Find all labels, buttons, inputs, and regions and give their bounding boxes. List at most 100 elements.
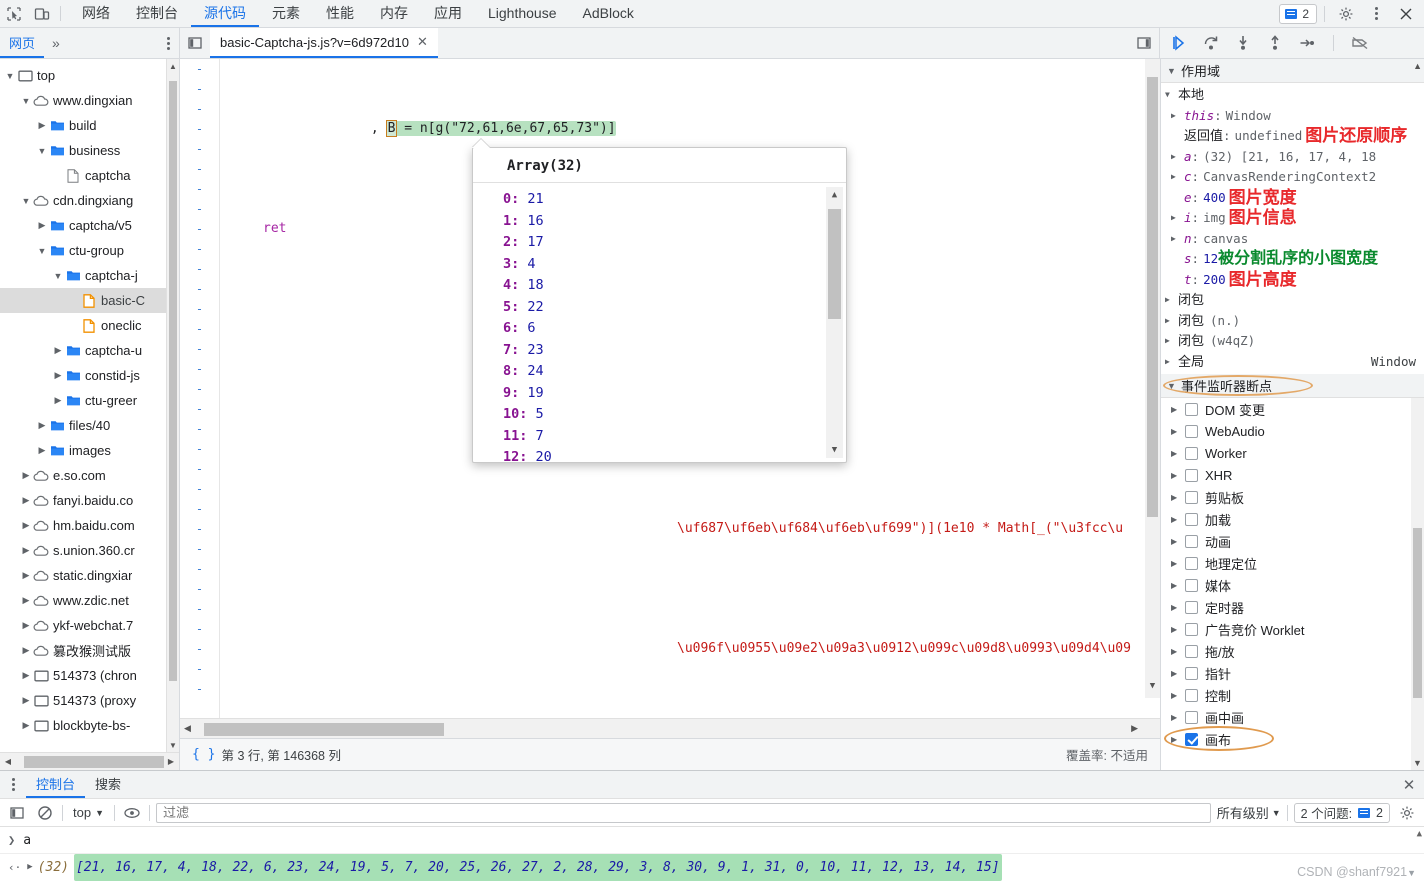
file-tree-vertical-scrollbar[interactable]: ▲ ▼ [166,59,179,752]
tree-item-ctu-group[interactable]: ▼ ctu-group [0,238,179,263]
chevron-right-icon[interactable]: ▶ [1171,559,1185,568]
nav-tab-page[interactable]: 网页 [0,28,45,58]
scope-variable-e[interactable]: e:400 图片宽度 [1161,188,1424,209]
elb-checkbox[interactable] [1185,644,1198,658]
chevron-right-icon[interactable]: ▶ [1171,493,1185,502]
chevron-right-icon[interactable]: ▶ [20,720,32,731]
scroll-down-arrow[interactable]: ▼ [1145,676,1160,696]
chevron-right-icon[interactable]: ▶ [20,570,32,581]
elb-checkbox[interactable] [1185,622,1198,636]
file-tree-horizontal-scrollbar[interactable]: ◀ ▶ [0,752,179,770]
elb-checkbox[interactable] [1185,688,1198,702]
scope-variable-this[interactable]: ▶ this: Window [1161,106,1424,127]
elb-item-画布[interactable]: ▶ 画布 [1161,726,1424,751]
elb-checkbox[interactable] [1185,578,1198,592]
code-area[interactable]: - - - - - - - - - - - - - - - - - - - - - - - - - - -… [180,59,1160,718]
elb-checkbox[interactable] [1185,424,1198,438]
scroll-up-arrow[interactable]: ▲ [826,187,843,203]
scope-variable-i[interactable]: ▶ i: img 图片信息 [1161,208,1424,229]
scroll-right-arrow[interactable]: ▶ [1131,723,1138,734]
chevron-right-icon[interactable]: ▶ [1171,405,1185,414]
elb-item-画中画[interactable]: ▶ 画中画 [1161,706,1424,728]
editor-tab-basic-captcha[interactable]: basic-Captcha-js.js?v=6d972d10 ✕ [210,28,438,58]
console-result-array[interactable]: [21, 16, 17, 4, 18, 22, 6, 23, 24, 19, 5… [73,854,1002,881]
kebab-menu-icon[interactable] [1362,12,1390,15]
elb-item-剪贴板[interactable]: ▶ 剪贴板 [1161,486,1424,508]
elb-item-DOM-变更[interactable]: ▶ DOM 变更 [1161,398,1424,420]
tree-item-build[interactable]: ▶ build [0,113,179,138]
editor-vertical-scrollbar[interactable]: ▼ [1145,59,1160,698]
scroll-left-arrow[interactable]: ◀ [184,723,191,734]
chevron-right-icon[interactable]: ▶ [36,120,48,131]
chevron-right-icon[interactable]: ▶ [1171,537,1185,546]
elb-scrollbar[interactable]: ▼ [1411,398,1424,770]
elb-item-WebAudio[interactable]: ▶ WebAudio [1161,420,1424,442]
elb-checkbox[interactable] [1185,556,1198,570]
resume-script-execution-button[interactable] [1168,32,1190,54]
deactivate-breakpoints-button[interactable] [1349,32,1371,54]
tree-item-ctu-greer[interactable]: ▶ ctu-greer [0,388,179,413]
chevron-down-icon[interactable]: ▼ [20,196,32,206]
scroll-up-arrow[interactable]: ▲ [167,59,179,73]
scroll-thumb-h[interactable] [24,756,164,768]
tree-item-e-so-com[interactable]: ▶ e.so.com [0,463,179,488]
scroll-thumb[interactable] [828,209,841,319]
chevron-down-icon[interactable]: ▼ [52,271,64,281]
elb-item-定时器[interactable]: ▶ 定时器 [1161,596,1424,618]
step-out-button[interactable] [1264,32,1286,54]
chevron-right-icon[interactable]: ▶ [20,595,32,606]
scroll-down-arrow[interactable]: ▼ [1411,758,1424,768]
scroll-down-arrow[interactable]: ▼ [826,442,843,458]
tree-item-fanyi-baidu-co[interactable]: ▶ fanyi.baidu.co [0,488,179,513]
elb-checkbox[interactable] [1185,732,1198,746]
console-context-selector[interactable]: top ▼ [69,805,108,820]
live-expression-icon[interactable] [121,803,143,823]
array-popup-scrollbar[interactable]: ▲ ▼ [826,187,843,458]
elb-checkbox[interactable] [1185,512,1198,526]
clear-console-icon[interactable] [34,803,56,823]
scroll-up-arrow[interactable]: ▲ [1413,61,1422,71]
tree-item-captcha-u[interactable]: ▶ captcha-u [0,338,179,363]
pretty-print-icon[interactable]: { } [192,747,215,762]
elb-checkbox[interactable] [1185,666,1198,680]
tree-item-www-zdic-net[interactable]: ▶ www.zdic.net [0,588,179,613]
panel-toggle-icon[interactable] [180,28,210,58]
panel-tab-lighthouse[interactable]: Lighthouse [475,0,570,27]
chevron-right-icon[interactable]: ▶ [52,345,64,356]
chevron-right-icon[interactable]: ▶ [20,470,32,481]
chevron-right-icon[interactable]: ▶ [1171,625,1185,634]
elb-item-媒体[interactable]: ▶ 媒体 [1161,574,1424,596]
tree-item-captcha-v5[interactable]: ▶ captcha/v5 [0,213,179,238]
issues-badge[interactable]: 2 [1279,3,1317,24]
scope-variable-t[interactable]: t:200 图片高度 [1161,270,1424,291]
tree-item-hm-baidu-com[interactable]: ▶ hm.baidu.com [0,513,179,538]
chevron-right-icon[interactable]: ▶ [20,670,32,681]
chevron-right-icon[interactable]: ▶ [1171,515,1185,524]
scope-variable-n[interactable]: ▶ n: canvas [1161,229,1424,250]
gear-icon[interactable] [1396,803,1418,823]
chevron-right-icon[interactable]: ▶ [20,520,32,531]
scope-global[interactable]: ▶ 全局 Window [1161,352,1424,373]
navigator-menu-icon[interactable] [157,28,179,58]
chevron-right-icon[interactable]: ▶ [1171,167,1184,188]
elb-checkbox[interactable] [1185,600,1198,614]
tree-item-cdn-dingxiang[interactable]: ▼ cdn.dingxiang [0,188,179,213]
panel-tab-memory[interactable]: 内存 [367,0,421,27]
device-toolbar-icon[interactable] [28,0,56,27]
tree-item-files-40[interactable]: ▶ files/40 [0,413,179,438]
tree-item--[interactable]: ▶ 篡改猴测试版 [0,638,179,663]
scroll-down-arrow[interactable]: ▼ [167,738,179,752]
console-input-row[interactable]: ❯ a [0,827,1424,854]
event-listener-breakpoints-header[interactable]: ▼ 事件监听器断点 [1161,374,1424,398]
panel-tab-sources[interactable]: 源代码 [191,0,259,27]
elb-checkbox[interactable] [1185,468,1198,482]
inspect-icon[interactable] [0,0,28,27]
chevron-down-icon[interactable]: ▼ [36,146,48,156]
chevron-right-icon[interactable]: ▶ [52,395,64,406]
tree-item-top[interactable]: ▼ top [0,63,179,88]
panel-tab-performance[interactable]: 性能 [313,0,367,27]
elb-checkbox[interactable] [1185,490,1198,504]
scroll-left-arrow[interactable]: ◀ [0,757,16,766]
chevron-right-icon[interactable]: ▶ [36,445,48,456]
panel-tab-application[interactable]: 应用 [421,0,475,27]
